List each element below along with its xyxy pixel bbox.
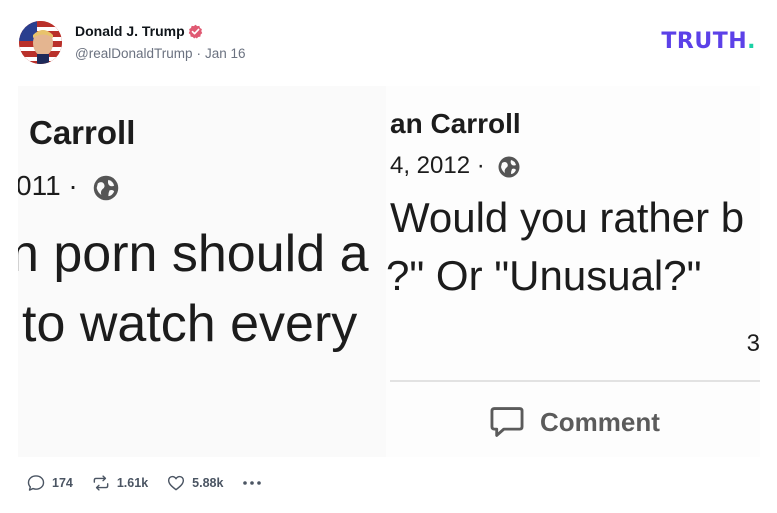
right-panel-date-text: 4, 2012 · [390, 152, 485, 179]
left-panel-text-line-2: to watch every [22, 295, 358, 353]
truth-logo[interactable]: TRUTH. [661, 29, 756, 54]
retruth-icon [93, 475, 109, 491]
reply-button[interactable]: 174 [26, 473, 73, 493]
author-meta: @realDonaldTrump · Jan 16 [75, 46, 246, 61]
like-count: 5.88k [192, 476, 224, 490]
right-panel-text-line-2: ?" Or "Unusual?" [386, 252, 702, 299]
left-panel-date-text: 011 · [18, 170, 78, 201]
retruth-button[interactable]: 1.61k [91, 473, 148, 493]
globe-icon [93, 175, 118, 200]
left-panel-text-line-1: n porn should a [18, 225, 369, 283]
right-panel-name: an Carroll [390, 108, 521, 139]
reply-count: 174 [52, 476, 73, 490]
retruth-count: 1.61k [116, 476, 149, 490]
comment-bubble-icon [490, 407, 524, 437]
speech-bubble-icon [27, 475, 45, 491]
left-panel-date: 011 · [18, 170, 120, 202]
avatar-image [19, 21, 62, 64]
post-media-image[interactable]: Carroll 011 · n porn should a to watch e… [18, 86, 760, 457]
post-date[interactable]: Jan 16 [205, 46, 246, 61]
more-options-button[interactable] [241, 473, 263, 493]
author-display-name[interactable]: Donald J. Trump [75, 23, 185, 39]
media-right-panel: an Carroll 4, 2012 · Would you rather b … [386, 86, 760, 457]
right-panel-count: 3 [746, 330, 760, 357]
globe-icon [498, 156, 520, 178]
right-panel-text-line-1: Would you rather b [390, 194, 745, 241]
logo-dot: . [747, 29, 756, 54]
like-button[interactable]: 5.88k [166, 473, 223, 493]
right-panel-comment: Comment [488, 402, 660, 442]
post-actions: 174 1.61k 5.88k [26, 472, 263, 494]
more-dots-icon [243, 481, 262, 485]
verified-badge-icon [188, 24, 203, 39]
right-panel-date: 4, 2012 · [390, 152, 521, 180]
truth-post: Donald J. Trump @realDonaldTrump · Jan 16 … [0, 0, 777, 513]
right-panel-comment-label: Comment [540, 406, 660, 437]
avatar[interactable] [19, 21, 62, 64]
author-handle[interactable]: @realDonaldTrump [75, 46, 193, 61]
media-left-panel: Carroll 011 · n porn should a to watch e… [18, 86, 386, 457]
right-panel-divider [390, 380, 760, 382]
heart-icon [168, 475, 185, 491]
left-panel-name: Carroll [29, 114, 136, 151]
logo-text: TRUTH [661, 29, 748, 54]
meta-separator: · [196, 46, 202, 61]
